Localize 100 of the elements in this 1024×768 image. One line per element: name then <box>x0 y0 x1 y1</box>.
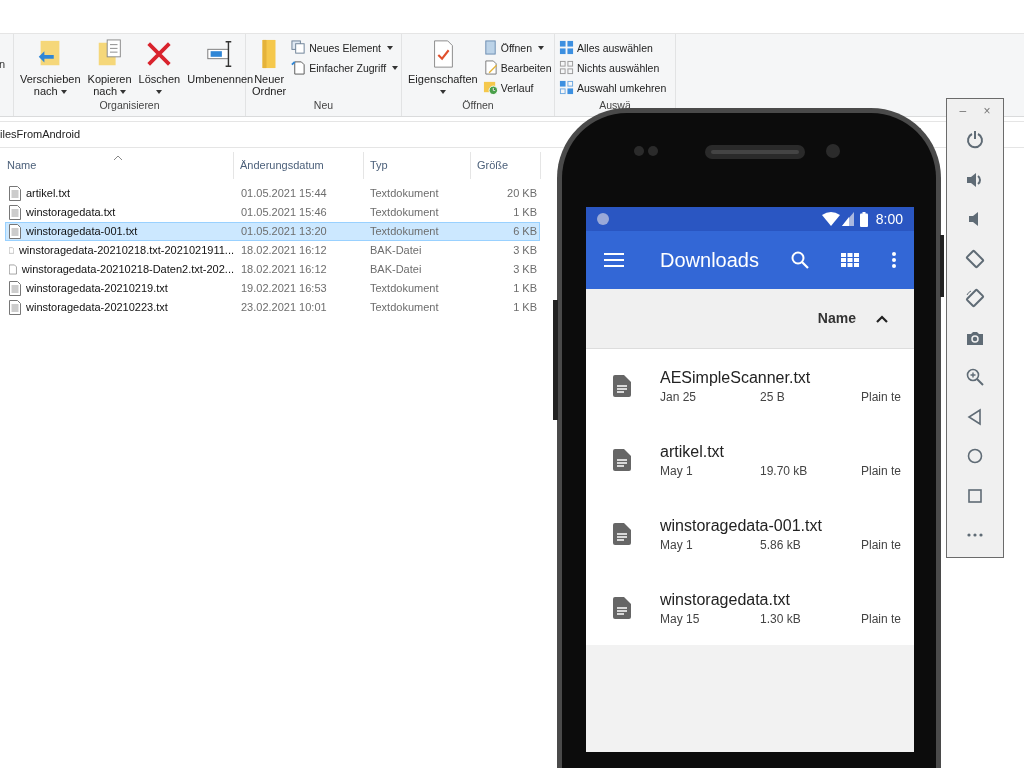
ribbon-button[interactable]: Nichts auswählen <box>559 59 667 76</box>
file-name: artikel.txt <box>26 186 70 202</box>
caret-icon <box>156 90 163 94</box>
column-header[interactable]: Größe <box>471 152 541 179</box>
file-type: BAK-Datei <box>369 262 423 278</box>
modified-date: 18.02.2021 16:12 <box>240 262 328 278</box>
file-size: 19.70 kB <box>760 462 809 479</box>
file-row[interactable]: winstoragedata.txt 01.05.2021 15:46 Textdokument 1 KB <box>5 203 540 222</box>
sort-button[interactable]: Name <box>817 308 888 329</box>
ribbon-button[interactable]: Neues Element <box>291 39 399 56</box>
modified-date: 19.02.2021 16:53 <box>240 281 328 297</box>
file-name: winstoragedata-20210223.txt <box>26 300 168 316</box>
select-all-icon <box>559 40 574 55</box>
more-icon <box>967 533 983 537</box>
notification-dot-icon <box>597 213 609 225</box>
file-name: winstoragedata.txt <box>660 589 791 610</box>
modified-date: 01.05.2021 13:20 <box>240 224 328 240</box>
file-list-item[interactable]: winstoragedata-001.txt May 1 5.86 kB Plain te <box>586 497 914 571</box>
file-name: AESimpleScanner.txt <box>660 367 812 388</box>
column-header[interactable]: Typ <box>364 152 471 179</box>
file-type: Textdokument <box>369 224 440 240</box>
file-name: winstoragedata-001.txt <box>660 515 823 536</box>
camera-icon <box>633 145 661 157</box>
caret-icon <box>120 90 126 95</box>
file-name: winstoragedata-20210219.txt <box>26 281 168 297</box>
file-date: May 1 <box>660 462 694 479</box>
address-path[interactable]: ilesFromAndroid <box>0 126 81 143</box>
toolbar-button[interactable] <box>965 130 985 150</box>
file-list-item[interactable]: AESimpleScanner.txt Jan 25 25 B Plain te <box>586 349 914 423</box>
ribbon-button[interactable]: Umbenennen <box>185 39 256 85</box>
file-list-item[interactable]: winstoragedata.txt May 15 1.30 kB Plain te <box>586 571 914 645</box>
file-name: artikel.txt <box>660 441 725 462</box>
file-type: Plain te <box>861 536 902 553</box>
side-key-icon <box>553 300 558 420</box>
ribbon-button[interactable]: Alles auswählen <box>559 39 667 56</box>
ribbon-button[interactable]: Verschieben nach <box>18 39 83 97</box>
ribbon-button[interactable]: Eigenschaften <box>406 39 480 94</box>
file-row[interactable]: artikel.txt 01.05.2021 15:44 Textdokument 20 KB <box>5 184 540 203</box>
file-date: Jan 25 <box>660 388 698 405</box>
caret-icon <box>392 65 399 70</box>
ribbon-button[interactable]: Auswahl umkehren <box>559 79 667 96</box>
signal-icon <box>841 212 854 226</box>
home-icon <box>965 446 985 466</box>
toolbar-button[interactable] <box>965 446 985 466</box>
minimize-button[interactable]: – <box>959 102 967 119</box>
file-row[interactable]: winstoragedata-20210218-Daten2.txt-202... 18.02.2021 16:12 BAK-Datei 3 KB <box>5 260 540 279</box>
modified-date: 23.02.2021 10:01 <box>240 300 328 316</box>
file-row[interactable]: winstoragedata-001.txt 01.05.2021 13:20 Textdokument 6 KB <box>5 222 540 241</box>
zoom-in-icon <box>965 367 985 387</box>
document-icon <box>613 375 631 397</box>
power-icon <box>965 130 985 150</box>
chevron-up-icon <box>876 314 888 323</box>
file-row[interactable]: winstoragedata-20210223.txt 23.02.2021 10:01 Textdokument 1 KB <box>5 298 540 317</box>
ribbon-button[interactable]: Bearbeiten <box>482 59 552 76</box>
toolbar-button[interactable] <box>965 367 985 387</box>
file-size: 20 KB <box>506 186 538 202</box>
ribbon-button[interactable]: Einfacher Zugriff <box>291 59 399 76</box>
sensor-icon <box>825 143 841 159</box>
column-header[interactable]: Name <box>0 152 234 179</box>
caret-icon <box>439 90 446 94</box>
battery-icon <box>859 211 868 227</box>
history-icon <box>482 80 498 95</box>
ribbon-button[interactable]: Verlauf <box>482 79 552 96</box>
file-date: May 15 <box>660 610 701 627</box>
file-type: BAK-Datei <box>369 243 423 259</box>
ribbon-label: n <box>0 56 6 72</box>
file-name: winstoragedata-20210218.txt-2021021911... <box>18 243 234 259</box>
edit-icon <box>482 60 498 75</box>
file-size: 6 KB <box>512 224 538 240</box>
caret-icon <box>538 45 545 50</box>
folder-icon <box>261 39 278 69</box>
file-row[interactable]: winstoragedata-20210218.txt-2021021911... 18.02.2021 16:12 BAK-Datei 3 KB <box>5 241 540 260</box>
text-file-icon <box>9 281 21 296</box>
file-size: 1 KB <box>512 205 538 221</box>
file-size: 1 KB <box>512 281 538 297</box>
ribbon-button[interactable]: Löschen <box>136 39 183 94</box>
search-icon <box>791 251 809 269</box>
close-button[interactable]: × <box>983 102 991 119</box>
text-file-icon <box>9 186 21 201</box>
ribbon-button[interactable]: Kopieren nach <box>85 39 134 97</box>
group-label: Öffnen <box>462 98 494 113</box>
file-row[interactable]: winstoragedata-20210219.txt 19.02.2021 16:53 Textdokument 1 KB <box>5 279 540 298</box>
side-key-icon <box>940 235 944 297</box>
file-type: Textdokument <box>369 205 440 221</box>
open-icon <box>482 40 498 55</box>
toolbar-button[interactable] <box>965 288 985 308</box>
ribbon-button[interactable]: Öffnen <box>482 39 552 56</box>
blank-file-icon <box>9 262 17 277</box>
file-list-item[interactable]: artikel.txt May 1 19.70 kB Plain te <box>586 423 914 497</box>
rotate-right-icon <box>965 288 985 308</box>
file-type: Plain te <box>861 610 902 627</box>
document-icon <box>613 449 631 471</box>
file-date: May 1 <box>660 536 694 553</box>
column-header[interactable]: Änderungsdatum <box>234 152 364 179</box>
file-size: 5.86 kB <box>760 536 802 553</box>
more-options-icon <box>892 252 896 268</box>
file-size: 3 KB <box>512 243 538 259</box>
app-title: Downloads <box>660 248 760 273</box>
toolbar-button[interactable] <box>965 248 985 269</box>
document-icon <box>613 523 631 545</box>
